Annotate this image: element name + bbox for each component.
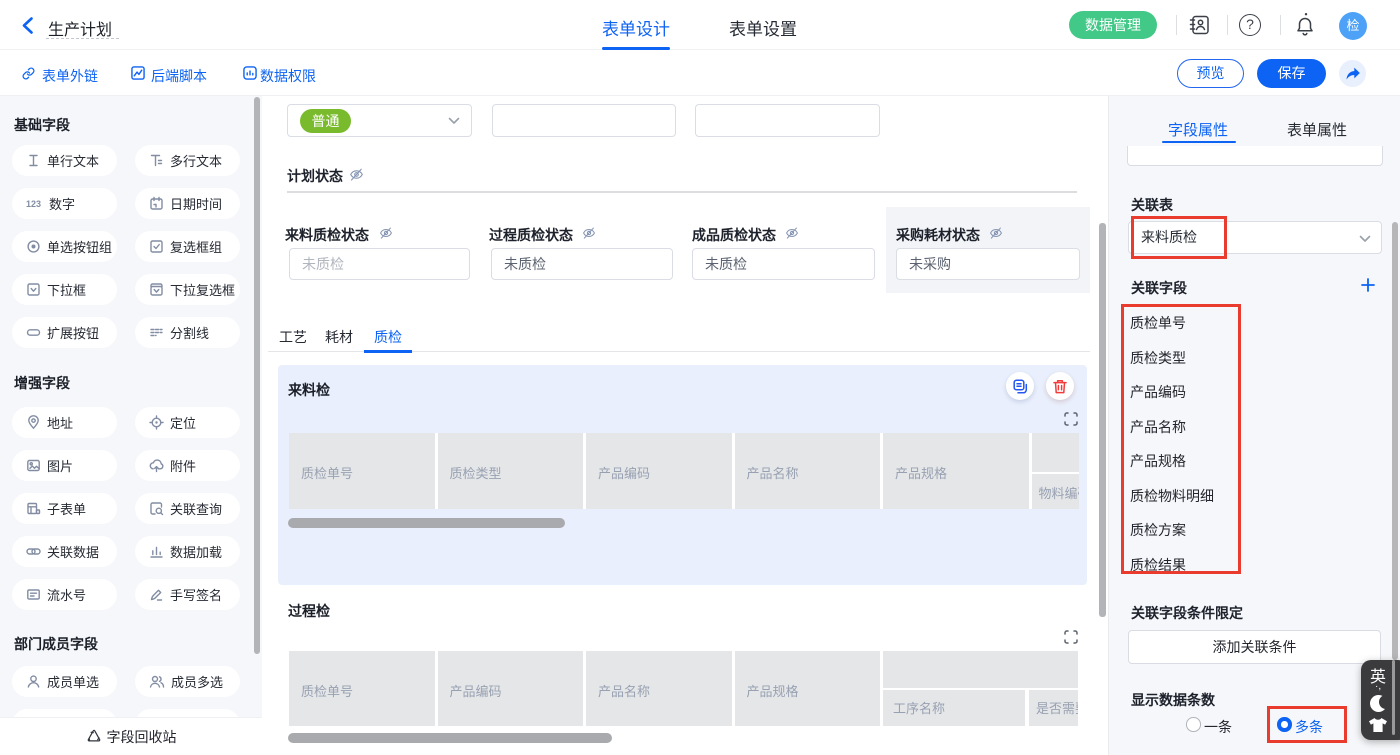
svg-text:123: 123 <box>26 199 41 209</box>
